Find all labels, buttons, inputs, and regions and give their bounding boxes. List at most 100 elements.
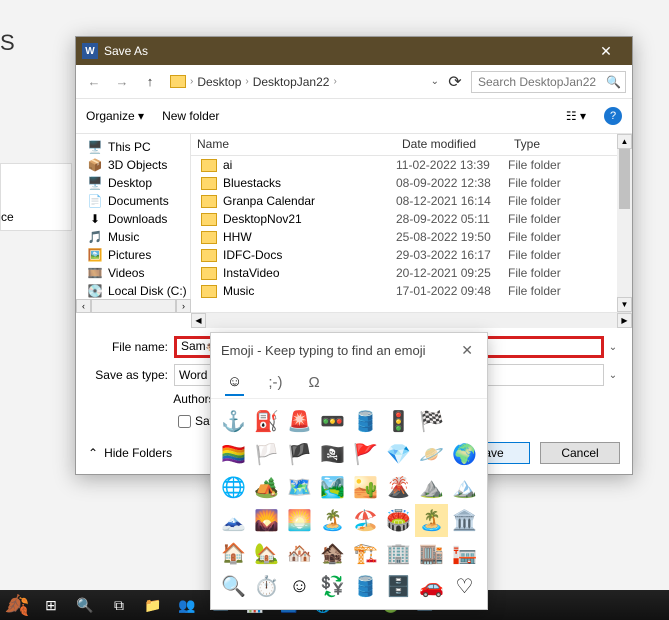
emoji-cell[interactable]: 🚗 [415, 570, 448, 603]
file-row[interactable]: InstaVideo20-12-2021 09:25File folder [191, 264, 632, 282]
taskbar-app-icon[interactable]: 👥 [170, 590, 204, 620]
tree-item[interactable]: 🎵Music [76, 228, 190, 246]
breadcrumb-seg[interactable]: DesktopJan22 [253, 75, 330, 89]
cancel-button[interactable]: Cancel [540, 442, 620, 464]
emoji-cell[interactable]: 🚩 [349, 438, 382, 471]
forward-button[interactable]: → [110, 70, 134, 94]
emoji-cell[interactable]: 💎 [382, 438, 415, 471]
tree-item[interactable]: 📦3D Objects [76, 156, 190, 174]
file-row[interactable]: Music17-01-2022 09:48File folder [191, 282, 632, 300]
emoji-cell[interactable]: 🗻 [217, 504, 250, 537]
back-button[interactable]: ← [82, 70, 106, 94]
close-button[interactable]: ✕ [586, 40, 626, 62]
emoji-cell[interactable]: 🏳️‍🌈 [217, 438, 250, 471]
organize-menu[interactable]: Organize ▾ [86, 109, 144, 123]
emoji-close-button[interactable]: ✕ [457, 338, 477, 363]
emoji-cell[interactable]: 🏳️ [250, 438, 283, 471]
refresh-button[interactable]: ⟳ [443, 70, 467, 94]
tab-kaomoji[interactable]: ;-) [266, 370, 284, 395]
emoji-cell[interactable]: ⛰️ [415, 471, 448, 504]
tree-item[interactable]: 🖥️This PC [76, 138, 190, 156]
column-type[interactable]: Type [508, 134, 632, 155]
tree-item[interactable]: ⬇Downloads [76, 210, 190, 228]
emoji-cell[interactable]: 🌄 [250, 504, 283, 537]
tab-emoji[interactable]: ☺ [225, 369, 244, 396]
path-dropdown-icon[interactable]: ⌄ [431, 76, 439, 87]
scroll-up-icon[interactable]: ▲ [617, 134, 632, 149]
emoji-cell[interactable]: 🪐 [415, 438, 448, 471]
file-row[interactable]: HHW25-08-2022 19:50File folder [191, 228, 632, 246]
search-input[interactable] [471, 71, 626, 93]
emoji-cell[interactable]: 🏟️ [382, 504, 415, 537]
emoji-cell[interactable]: 🏗️ [349, 537, 382, 570]
emoji-cell[interactable]: 🗺️ [283, 471, 316, 504]
emoji-cell[interactable]: 🏛️ [448, 504, 481, 537]
filetype-dropdown-icon[interactable]: ⌄ [604, 370, 622, 381]
taskbar-app-icon[interactable]: ⧉ [102, 590, 136, 620]
taskbar-app-icon[interactable]: 🔍 [68, 590, 102, 620]
column-date[interactable]: Date modified [396, 134, 508, 155]
emoji-cell[interactable]: 🛢️ [349, 405, 382, 438]
hide-folders-toggle[interactable]: ⌃ Hide Folders [88, 446, 172, 460]
emoji-cell[interactable]: 🚦 [382, 405, 415, 438]
file-row[interactable]: IDFC-Docs29-03-2022 16:17File folder [191, 246, 632, 264]
emoji-cell[interactable]: 🏘️ [283, 537, 316, 570]
tree-item[interactable]: 🖥️Desktop [76, 174, 190, 192]
view-options-button[interactable]: ☷ ▾ [566, 109, 586, 123]
scroll-right-icon[interactable]: ▶ [617, 313, 632, 328]
emoji-cell[interactable]: 🗄️ [382, 570, 415, 603]
emoji-cell[interactable]: 💱 [316, 570, 349, 603]
tree-item[interactable]: 📄Documents [76, 192, 190, 210]
emoji-cell[interactable]: 🏜️ [349, 471, 382, 504]
new-folder-button[interactable]: New folder [162, 109, 219, 123]
emoji-cell[interactable]: 🏴 [283, 438, 316, 471]
emoji-cell[interactable]: ⚓ [217, 405, 250, 438]
folder-tree[interactable]: 🖥️This PC📦3D Objects🖥️Desktop📄Documents⬇… [76, 134, 191, 312]
breadcrumb[interactable]: › Desktop › DesktopJan22 › [166, 75, 421, 89]
file-row[interactable]: Granpa Calendar08-12-2021 16:14File fold… [191, 192, 632, 210]
tree-item[interactable]: 🖼️Pictures [76, 246, 190, 264]
emoji-cell[interactable]: ☺ [283, 570, 316, 603]
scroll-left-icon[interactable]: ◀ [191, 313, 206, 328]
emoji-cell[interactable]: 🌅 [283, 504, 316, 537]
tab-symbols[interactable]: Ω [307, 370, 322, 395]
emoji-cell[interactable]: 🏬 [415, 537, 448, 570]
taskbar-app-icon[interactable]: 📁 [136, 590, 170, 620]
taskbar-app-icon[interactable]: ⊞ [34, 590, 68, 620]
save-thumbnail-checkbox[interactable] [178, 415, 191, 428]
file-row[interactable]: DesktopNov2128-09-2022 05:11File folder [191, 210, 632, 228]
emoji-cell[interactable]: 🏠 [217, 537, 250, 570]
taskbar-app-icon[interactable]: 🍂 [0, 590, 34, 620]
emoji-cell[interactable]: 🚨 [283, 405, 316, 438]
emoji-cell[interactable]: 🏣 [448, 537, 481, 570]
vertical-scrollbar[interactable]: ▲ ▼ [617, 134, 632, 312]
emoji-cell[interactable]: ♡ [448, 570, 481, 603]
emoji-cell[interactable]: 🚥 [316, 405, 349, 438]
emoji-cell[interactable]: 🏢 [382, 537, 415, 570]
filename-dropdown-icon[interactable]: ⌄ [604, 342, 622, 353]
emoji-cell[interactable]: 🏖️ [349, 504, 382, 537]
tree-scroll-right[interactable]: › [176, 299, 191, 313]
help-button[interactable]: ? [604, 107, 622, 125]
scroll-down-icon[interactable]: ▼ [617, 297, 632, 312]
emoji-cell[interactable]: 🔍 [217, 570, 250, 603]
file-row[interactable]: Bluestacks08-09-2022 12:38File folder [191, 174, 632, 192]
column-name[interactable]: Name [191, 134, 396, 155]
horizontal-scrollbar[interactable]: ◀ ▶ [191, 313, 632, 328]
breadcrumb-seg[interactable]: Desktop [197, 75, 241, 89]
emoji-cell[interactable]: 🏁 [415, 405, 448, 438]
tree-scroll-left[interactable]: ‹ [76, 299, 91, 313]
emoji-cell[interactable]: 🏡 [250, 537, 283, 570]
emoji-cell[interactable]: 🏝️ [415, 504, 448, 537]
emoji-cell[interactable]: 🏴‍☠️ [316, 438, 349, 471]
emoji-cell[interactable]: 🌍 [448, 438, 481, 471]
tree-item[interactable]: 💽Local Disk (C:) [76, 282, 190, 300]
emoji-cell[interactable]: ⏱️ [250, 570, 283, 603]
emoji-cell[interactable]: 🏞️ [316, 471, 349, 504]
emoji-cell[interactable]: 🏕️ [250, 471, 283, 504]
emoji-cell[interactable]: 🛢️ [349, 570, 382, 603]
emoji-cell[interactable]: 🏔️ [448, 471, 481, 504]
scroll-thumb[interactable] [619, 149, 630, 209]
emoji-cell[interactable]: 🌋 [382, 471, 415, 504]
up-button[interactable]: ↑ [138, 70, 162, 94]
